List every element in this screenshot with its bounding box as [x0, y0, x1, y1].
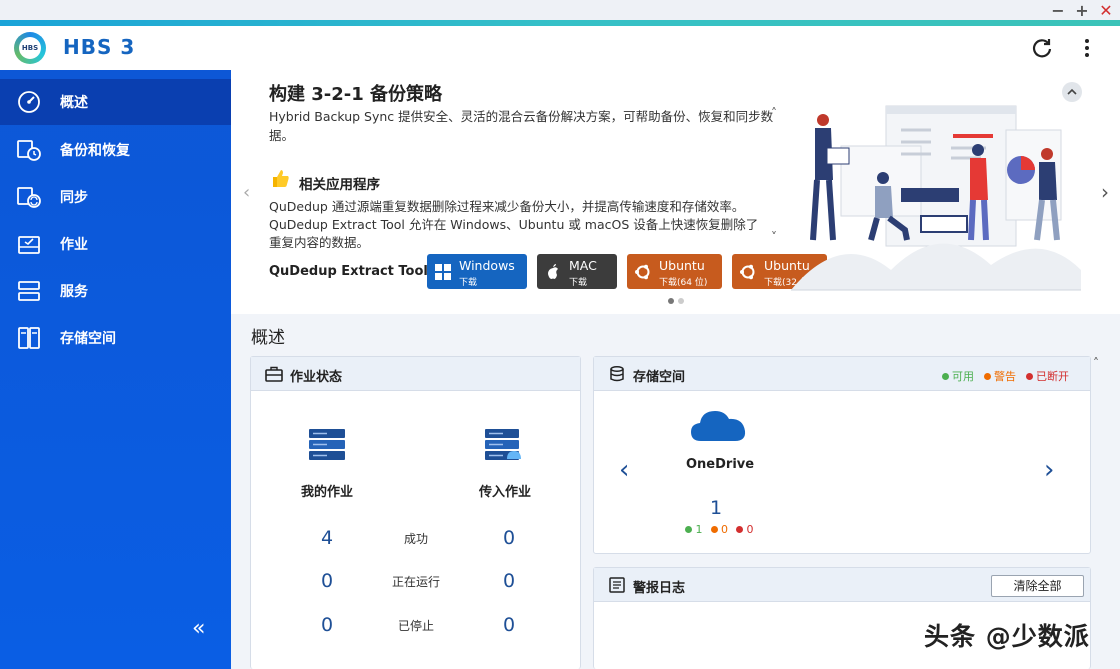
- my-jobs-success-count[interactable]: 4: [307, 527, 347, 549]
- banner-description: Hybrid Backup Sync 提供安全、灵活的混合云备份解决方案，可帮助…: [269, 109, 774, 143]
- card-title: 作业状态: [290, 370, 343, 385]
- card-header: 存储空间 可用 警告 已断开: [594, 357, 1090, 391]
- log-icon: [609, 577, 625, 593]
- storage-count: 1: [710, 497, 723, 519]
- onedrive-cloud-icon[interactable]: [689, 405, 747, 445]
- status-label: 正在运行: [391, 575, 440, 589]
- sidebar-item-overview[interactable]: 概述: [0, 79, 231, 125]
- minimize-icon[interactable]: −: [1050, 1, 1066, 21]
- scroll-up-icon[interactable]: ˄: [1093, 356, 1099, 370]
- download-windows-button[interactable]: Windows 下载: [427, 254, 527, 289]
- ubuntu-icon: [635, 264, 650, 280]
- scroll-down-icon[interactable]: ˅: [771, 230, 777, 244]
- card-title: 警报日志: [633, 581, 686, 596]
- sidebar-item-services[interactable]: 服务: [0, 268, 231, 314]
- storage-card: 存储空间 可用 警告 已断开 OneDrive ‹ › 1 1 0 0: [593, 356, 1091, 554]
- incoming-stopped-count[interactable]: 0: [489, 614, 529, 636]
- maximize-icon[interactable]: +: [1074, 1, 1090, 21]
- thumbs-up-icon: [273, 170, 289, 187]
- briefcase-icon: [265, 366, 283, 382]
- hbs-logo: HBS: [14, 32, 46, 64]
- sidebar-item-storage[interactable]: 存储空间: [0, 315, 231, 361]
- section-title-overview: 概述: [251, 328, 285, 348]
- windows-icon: [435, 264, 451, 280]
- collapse-sidebar-icon[interactable]: «: [192, 616, 205, 641]
- more-vertical-icon[interactable]: [1078, 36, 1096, 60]
- download-mac-button[interactable]: MAC 下载: [537, 254, 617, 289]
- incoming-server-icon: [485, 429, 521, 460]
- backup-icon: [17, 140, 41, 161]
- promo-banner: 构建 3-2-1 备份策略 Hybrid Backup Sync 提供安全、灵活…: [231, 70, 1120, 314]
- storage-legend: 可用 警告 已断开: [942, 368, 1069, 384]
- job-status-card: 作业状态 我的作业 传入作业 4 成功 0 0 正在运行 0 0 已停止 0: [250, 356, 581, 669]
- sidebar-item-label: 服务: [60, 284, 88, 300]
- storage-status-counts: 1 0 0: [685, 523, 754, 536]
- collapse-banner-button[interactable]: [1062, 82, 1082, 102]
- backup-illustration: [791, 105, 1081, 291]
- card-header: 警报日志 清除全部: [594, 568, 1090, 602]
- related-apps-description: QuDedup 通过源端重复数据删除过程来减少备份大小，并提高传输速度和存储效率…: [269, 199, 759, 248]
- refresh-icon[interactable]: [1030, 36, 1054, 60]
- extract-tool-label: QuDedup Extract Tool:: [269, 264, 434, 279]
- job-icon: [18, 236, 40, 254]
- card-header: 作业状态: [251, 357, 580, 391]
- watermark-text: 头条 @少数派: [924, 622, 1090, 651]
- ubuntu-icon: [740, 264, 755, 280]
- slide-dot[interactable]: [678, 298, 684, 304]
- incoming-jobs-label: 传入作业: [479, 485, 532, 500]
- available-count: 1: [685, 523, 703, 536]
- my-jobs-label: 我的作业: [301, 485, 354, 500]
- my-jobs-stopped-count[interactable]: 0: [307, 614, 347, 636]
- storage-next-icon[interactable]: ›: [1044, 455, 1054, 485]
- service-icon: [18, 281, 40, 301]
- sidebar-item-jobs[interactable]: 作业: [0, 221, 231, 267]
- chevron-up-icon: [1067, 88, 1077, 95]
- legend-warning: 警告: [984, 368, 1016, 384]
- slide-prev-icon[interactable]: ‹: [243, 182, 250, 203]
- status-label: 已停止: [397, 619, 434, 633]
- slide-next-icon[interactable]: ›: [1101, 180, 1109, 204]
- storage-prev-icon[interactable]: ‹: [619, 455, 629, 485]
- scroll-up-icon[interactable]: ˄: [771, 106, 777, 120]
- slide-indicator: [668, 298, 684, 304]
- disconnected-count: 0: [736, 523, 754, 536]
- server-icon: [309, 429, 345, 460]
- sidebar-item-label: 存储空间: [60, 331, 116, 347]
- banner-title: 构建 3-2-1 备份策略: [269, 84, 443, 105]
- related-apps-title: 相关应用程序: [299, 177, 380, 193]
- sidebar-item-label: 作业: [60, 237, 88, 253]
- close-icon[interactable]: ✕: [1098, 1, 1114, 21]
- legend-available: 可用: [942, 368, 974, 384]
- my-jobs-running-count[interactable]: 0: [307, 570, 347, 592]
- sidebar-item-label: 同步: [60, 190, 88, 206]
- clear-all-button[interactable]: 清除全部: [991, 575, 1084, 597]
- app-title: HBS 3: [63, 35, 136, 59]
- app-header: HBS HBS 3: [0, 26, 1120, 70]
- apple-icon: [548, 264, 558, 279]
- storage-icon: [18, 327, 40, 349]
- database-icon: [610, 366, 624, 382]
- card-title: 存储空间: [633, 370, 686, 385]
- warning-count: 0: [710, 523, 728, 536]
- incoming-running-count[interactable]: 0: [489, 570, 529, 592]
- sidebar-item-label: 备份和恢复: [60, 143, 130, 159]
- download-ubuntu-64-button[interactable]: Ubuntu 下载(64 位): [627, 254, 722, 289]
- sidebar-item-label: 概述: [60, 95, 88, 111]
- sidebar: 概述 备份和恢复 同步 作业 服务 存储空间 «: [0, 70, 231, 669]
- incoming-success-count[interactable]: 0: [489, 527, 529, 549]
- sync-icon: [17, 187, 41, 208]
- sidebar-item-sync[interactable]: 同步: [0, 174, 231, 220]
- legend-disconnected: 已断开: [1026, 368, 1069, 384]
- window-titlebar: − + ✕: [0, 0, 1120, 26]
- status-label: 成功: [403, 532, 428, 546]
- storage-provider-name: OneDrive: [686, 457, 755, 472]
- sidebar-item-backup-restore[interactable]: 备份和恢复: [0, 127, 231, 173]
- slide-dot[interactable]: [668, 298, 674, 304]
- gauge-icon: [18, 91, 40, 113]
